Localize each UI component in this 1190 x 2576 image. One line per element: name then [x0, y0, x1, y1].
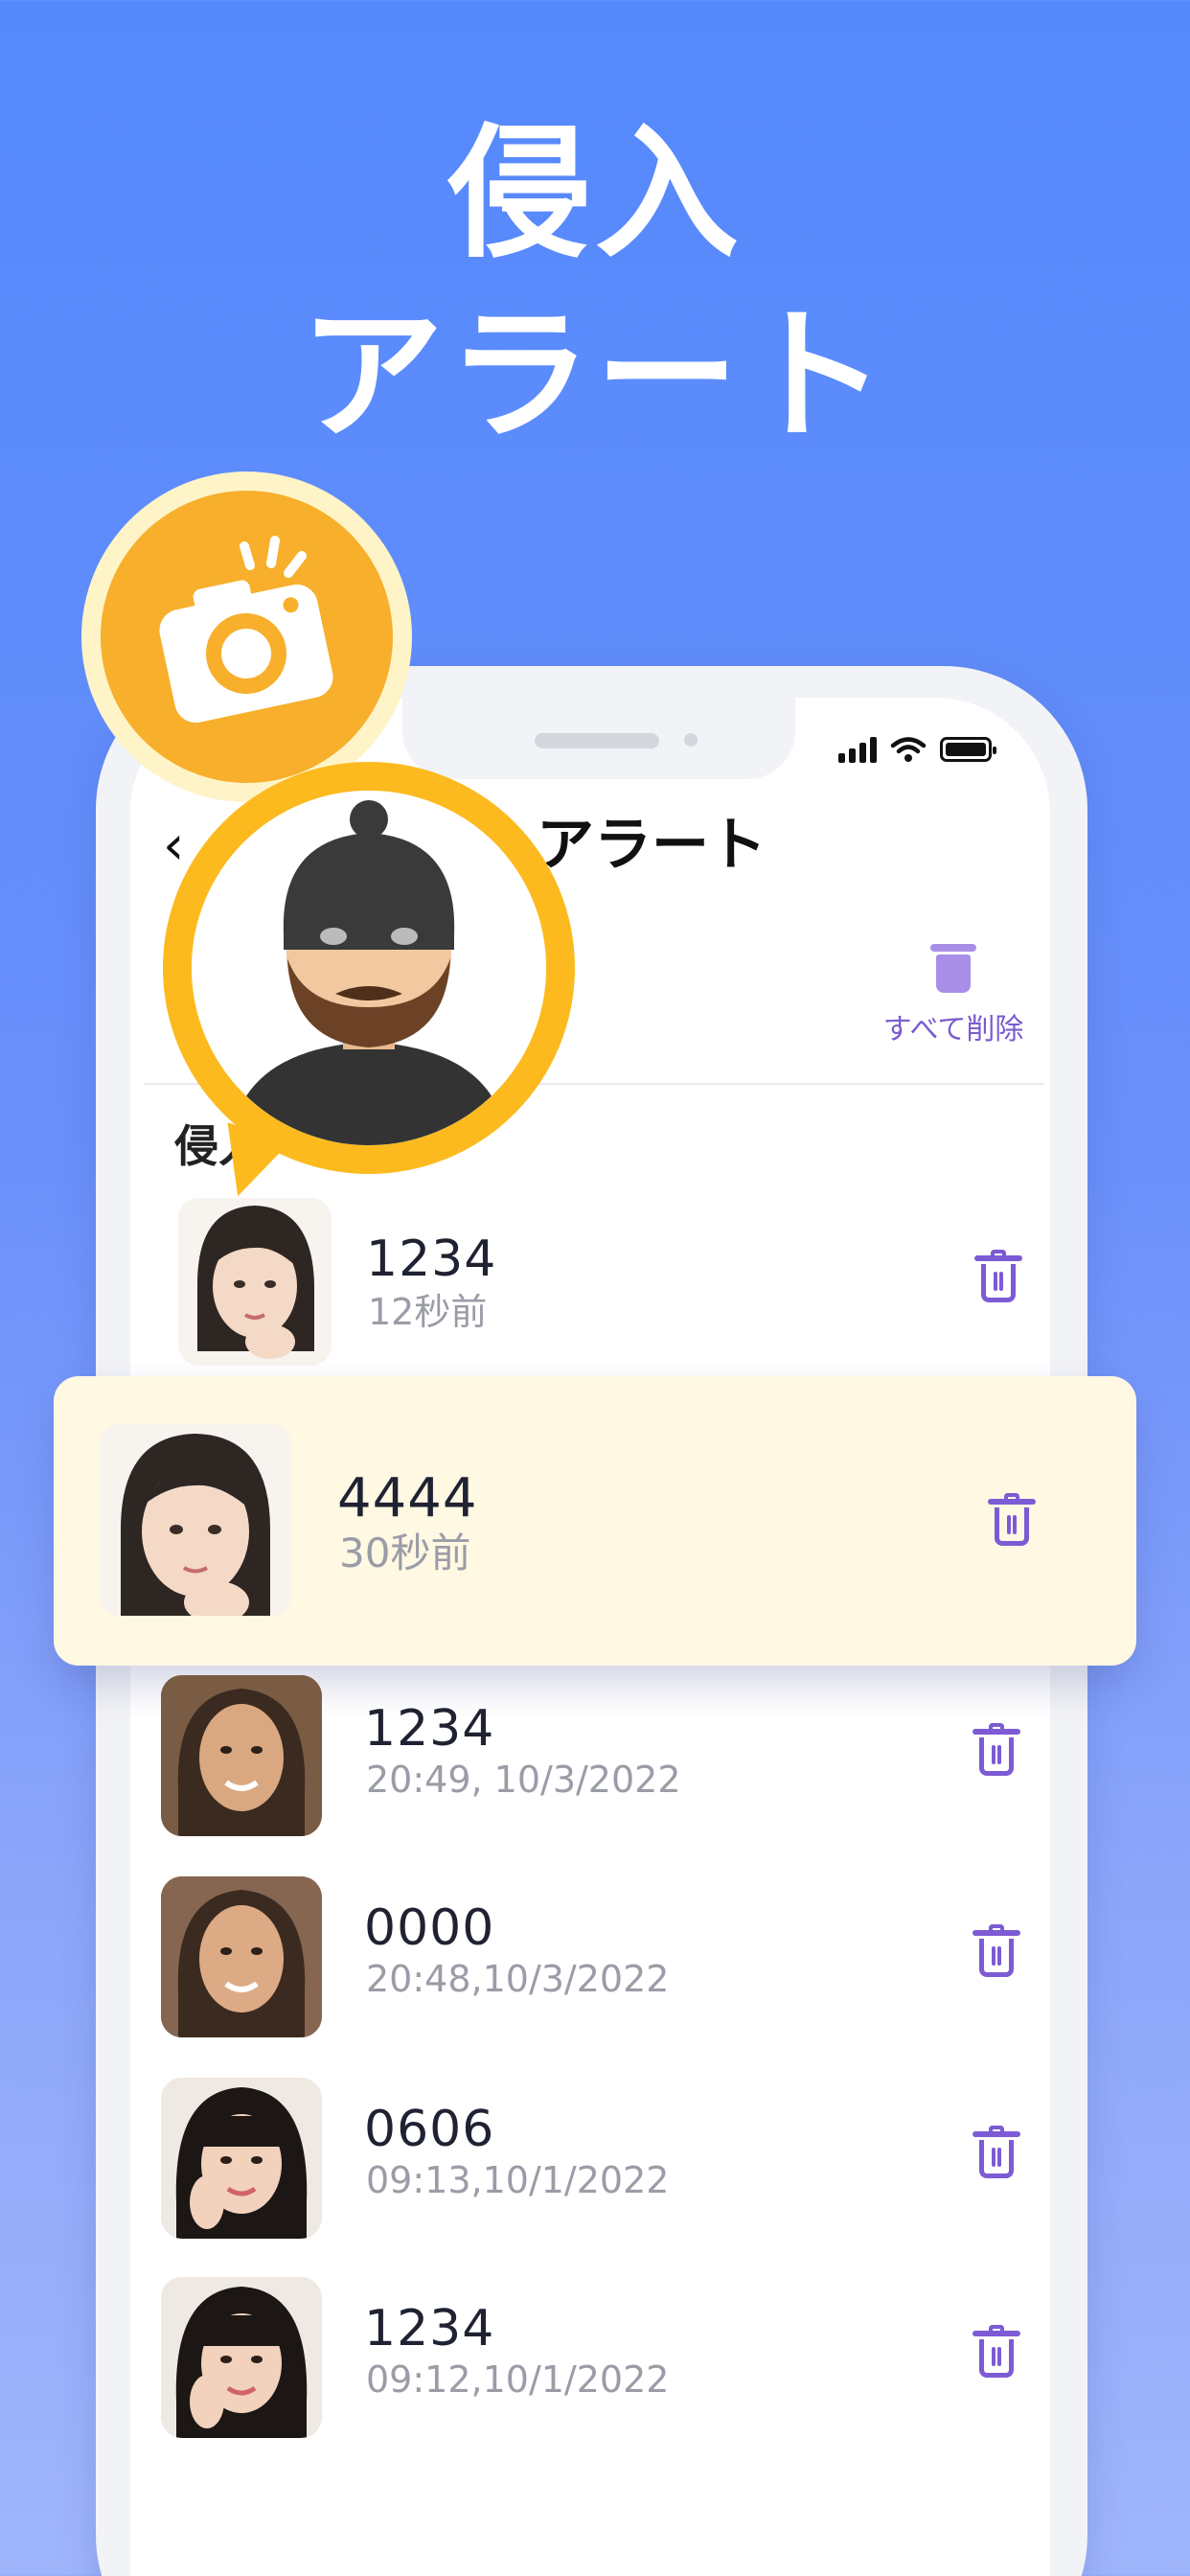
trash-icon[interactable] [973, 2325, 1020, 2379]
trash-icon[interactable] [973, 1924, 1020, 1978]
hero-title-line1: 侵入 [446, 111, 743, 278]
intruder-photo [178, 1198, 332, 1366]
delete-all-button[interactable]: すべて削除 [877, 944, 1030, 1047]
wifi-icon [890, 737, 927, 762]
phone-speaker [535, 733, 659, 748]
list-item[interactable]: 0606 09:13,10/1/2022 [0, 2078, 1190, 2269]
row-code: 1234 [364, 2300, 495, 2358]
intruder-photo [161, 2277, 322, 2438]
row-time: 12秒前 [368, 1291, 488, 1333]
hero-title-line2: アラート [299, 293, 890, 460]
row-code: 0000 [364, 1899, 495, 1957]
camera-icon [81, 472, 412, 802]
burglar-icon [163, 762, 575, 1174]
row-code: 4444 [337, 1467, 478, 1530]
intruder-photo [161, 2078, 322, 2239]
delete-all-label: すべて削除 [882, 1013, 1024, 1046]
row-time: 09:12,10/1/2022 [366, 2358, 670, 2401]
row-time: 30秒前 [339, 1530, 471, 1576]
back-icon[interactable]: ‹ [163, 819, 184, 873]
row-time: 20:48,10/3/2022 [366, 1958, 670, 2000]
row-code: 1234 [366, 1230, 497, 1288]
intruder-photo [161, 1876, 322, 2037]
page-title: アラート [537, 812, 767, 879]
battery-icon [940, 737, 996, 762]
list-item[interactable]: 1234 12秒前 [0, 1198, 1190, 1390]
intruder-photo [161, 1675, 322, 1836]
trash-icon[interactable] [973, 1723, 1020, 1777]
row-time: 09:13,10/1/2022 [366, 2159, 670, 2201]
list-item[interactable]: 0000 20:48,10/3/2022 [0, 1876, 1190, 2068]
trash-icon [930, 944, 976, 994]
signal-icon [838, 736, 877, 763]
status-bar [838, 736, 996, 763]
row-time: 20:49, 10/3/2022 [366, 1759, 681, 1801]
row-code: 0606 [364, 2101, 495, 2158]
row-code: 1234 [364, 1700, 495, 1758]
intruder-photo [100, 1424, 291, 1616]
list-item[interactable]: 1234 20:49, 10/3/2022 [0, 1675, 1190, 1867]
trash-icon[interactable] [973, 2126, 1020, 2179]
trash-icon[interactable] [974, 1250, 1022, 1303]
trash-icon[interactable] [988, 1493, 1036, 1547]
phone-camera-dot [684, 733, 698, 747]
list-item[interactable]: 1234 09:12,10/1/2022 [0, 2277, 1190, 2469]
highlighted-list-item[interactable]: 4444 30秒前 [54, 1376, 1136, 1666]
